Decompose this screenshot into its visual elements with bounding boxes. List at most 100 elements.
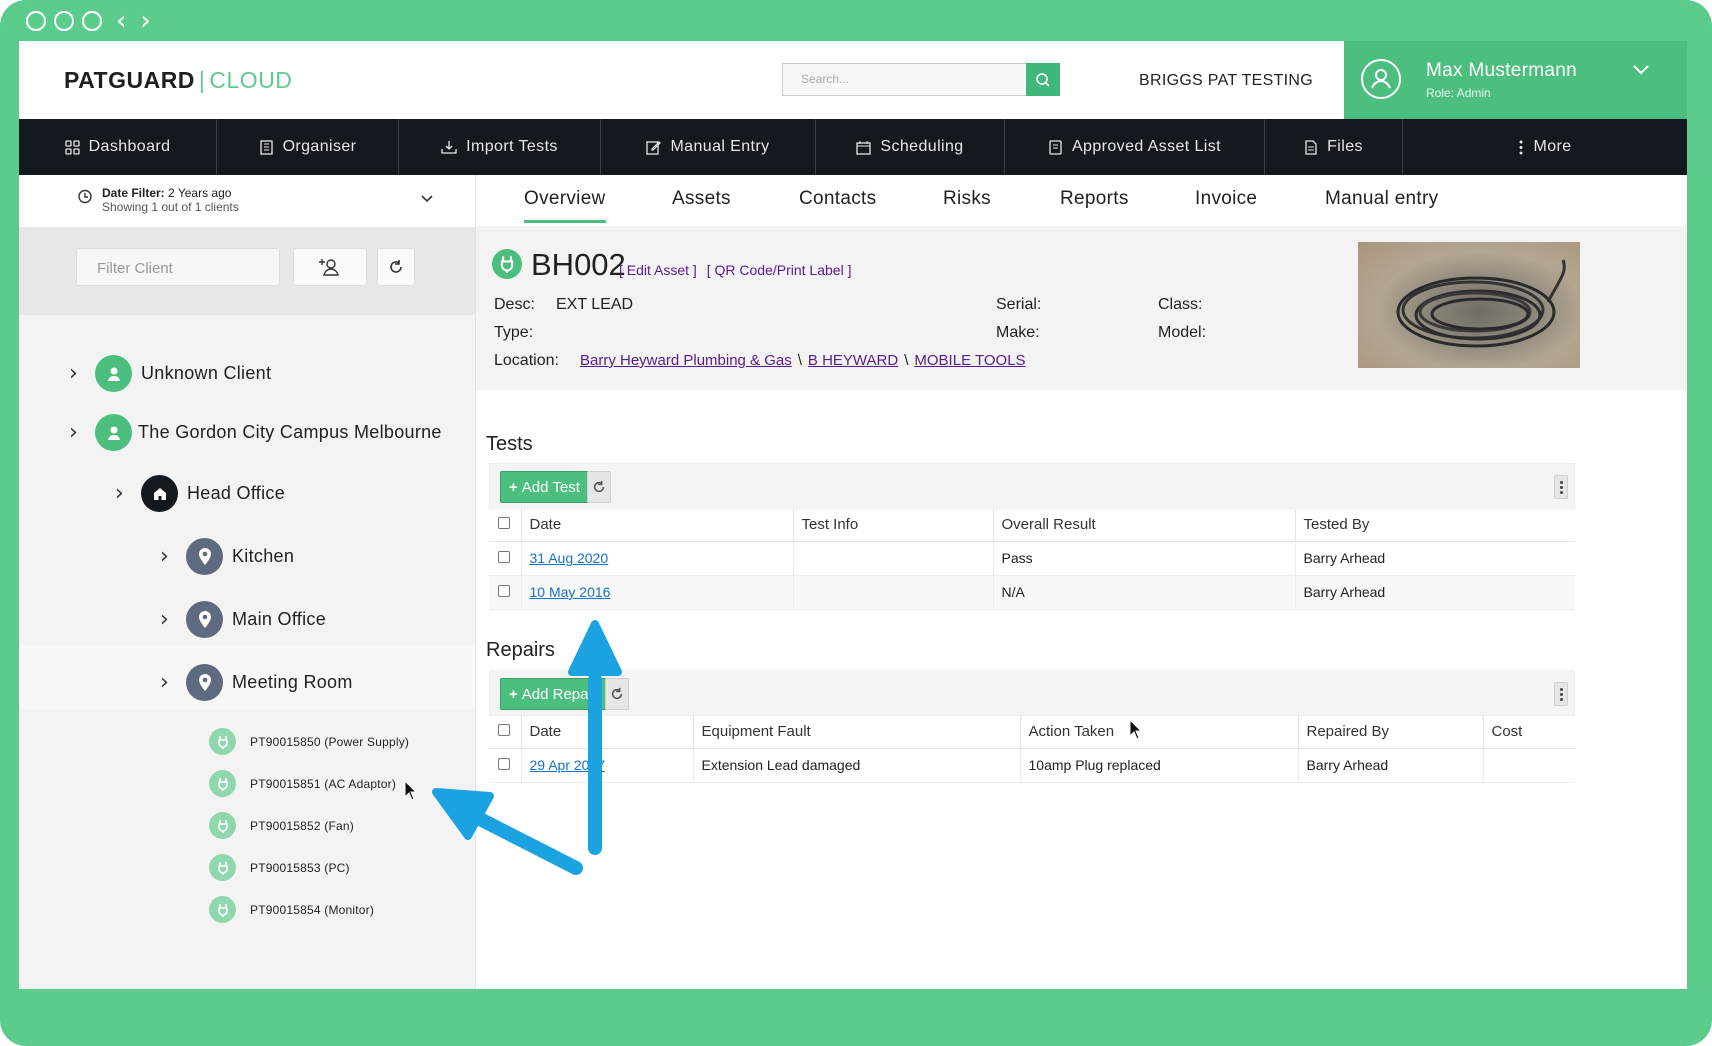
location-link-client[interactable]: Barry Heyward Plumbing & Gas xyxy=(580,352,792,369)
window-control-icon[interactable] xyxy=(82,11,102,31)
nav-files[interactable]: Files xyxy=(1265,119,1403,175)
chevron-right-icon[interactable]: › xyxy=(160,607,186,632)
asset-name: BH002 xyxy=(531,247,626,282)
refresh-icon xyxy=(390,260,402,273)
nav-organiser[interactable]: Organiser xyxy=(217,119,399,175)
add-repair-button[interactable]: + Add Repair xyxy=(500,678,606,710)
window-control-icon[interactable] xyxy=(54,11,74,31)
table-row[interactable]: 31 Aug 2020 Pass Barry Arhead xyxy=(489,541,1575,576)
search-input[interactable]: Search... xyxy=(782,63,1026,96)
filter-client-input[interactable]: Filter Client xyxy=(76,248,280,286)
col-action-taken[interactable]: Action Taken xyxy=(1020,716,1299,749)
select-all-checkbox[interactable] xyxy=(498,724,510,737)
nav-scheduling[interactable]: Scheduling xyxy=(816,119,1005,175)
test-date-link[interactable]: 10 May 2016 xyxy=(530,584,611,600)
refresh-tests-button[interactable] xyxy=(587,471,611,503)
location-link-site[interactable]: B HEYWARD xyxy=(808,352,898,369)
chevron-down-icon[interactable] xyxy=(419,193,435,205)
add-client-button[interactable] xyxy=(293,248,367,286)
nav-import-tests[interactable]: Import Tests xyxy=(399,119,601,175)
col-date[interactable]: Date xyxy=(521,509,794,542)
row-checkbox[interactable] xyxy=(498,585,510,597)
tree-site-head-office[interactable]: › Head Office xyxy=(115,475,285,512)
window-control-icon[interactable] xyxy=(26,11,46,31)
grid-icon xyxy=(64,139,80,155)
nav-dashboard[interactable]: Dashboard xyxy=(19,119,217,175)
asset-actions: [ Edit Asset ] [ QR Code/Print Label ] xyxy=(619,262,857,278)
plus-icon: + xyxy=(509,478,518,496)
chevron-right-icon[interactable]: › xyxy=(69,420,95,445)
date-filter[interactable]: Date Filter: 2 Years ago Showing 1 out o… xyxy=(19,175,475,227)
tree-location-meeting-room[interactable]: › Meeting Room xyxy=(160,664,353,701)
tab-reports[interactable]: Reports xyxy=(1060,188,1129,210)
app-logo[interactable]: PATGUARD | CLOUD xyxy=(64,67,292,94)
row-checkbox[interactable] xyxy=(498,551,510,563)
location-label: Location: xyxy=(494,352,559,369)
select-all-checkbox[interactable] xyxy=(498,517,510,530)
user-menu[interactable]: Max Mustermann Role: Admin xyxy=(1344,41,1687,119)
tested-by: Barry Arhead xyxy=(1295,575,1575,610)
tab-assets[interactable]: Assets xyxy=(672,188,731,210)
tree-client-unknown[interactable]: › Unknown Client xyxy=(69,355,271,392)
test-date-link[interactable]: 31 Aug 2020 xyxy=(530,550,609,566)
list-icon xyxy=(1049,139,1062,155)
repairs-options-button[interactable] xyxy=(1554,682,1568,706)
col-repaired-by[interactable]: Repaired By xyxy=(1298,716,1484,749)
tree-asset[interactable]: PT90015853 (PC) xyxy=(209,854,350,881)
row-checkbox[interactable] xyxy=(498,758,510,770)
tree-asset[interactable]: PT90015854 (Monitor) xyxy=(209,896,374,923)
chevron-down-icon[interactable] xyxy=(1631,63,1651,77)
test-result: N/A xyxy=(993,575,1296,610)
col-equipment-fault[interactable]: Equipment Fault xyxy=(693,716,1021,749)
location-link-location[interactable]: MOBILE TOOLS xyxy=(914,352,1025,369)
col-cost[interactable]: Cost xyxy=(1483,716,1575,749)
refresh-repairs-button[interactable] xyxy=(605,678,629,710)
asset-photo[interactable] xyxy=(1358,242,1580,368)
tree-location-main-office[interactable]: › Main Office xyxy=(160,601,326,638)
tests-table: Date Test Info Overall Result Tested By … xyxy=(489,509,1575,610)
table-row[interactable]: 29 Apr 2017 Extension Lead damaged 10amp… xyxy=(489,748,1575,783)
col-overall-result[interactable]: Overall Result xyxy=(993,509,1296,542)
repairs-title: Repairs xyxy=(486,639,555,661)
qr-code-link[interactable]: [ QR Code/Print Label ] xyxy=(707,262,852,278)
tests-title: Tests xyxy=(486,433,533,455)
chevron-right-icon[interactable]: › xyxy=(160,544,186,569)
chevron-right-icon[interactable]: › xyxy=(69,361,95,386)
tree-client-gordon[interactable]: › The Gordon City Campus Melbourne xyxy=(69,414,442,451)
tab-contacts[interactable]: Contacts xyxy=(799,188,876,210)
main-nav: Dashboard Organiser Import Tests Manual … xyxy=(19,119,1687,175)
col-tested-by[interactable]: Tested By xyxy=(1295,509,1575,542)
tree-asset[interactable]: PT90015852 (Fan) xyxy=(209,812,354,839)
tests-toolbar: + Add Test xyxy=(489,463,1575,509)
tab-invoice[interactable]: Invoice xyxy=(1195,188,1257,210)
tree-location-kitchen[interactable]: › Kitchen xyxy=(160,538,294,575)
refresh-tree-button[interactable] xyxy=(377,248,415,286)
nav-approved-asset-list[interactable]: Approved Asset List xyxy=(1005,119,1265,175)
repair-date-link[interactable]: 29 Apr 2017 xyxy=(530,757,606,773)
import-icon xyxy=(441,140,457,154)
nav-manual-entry[interactable]: Manual Entry xyxy=(601,119,816,175)
col-date[interactable]: Date xyxy=(521,716,694,749)
forward-icon[interactable]: › xyxy=(140,8,150,34)
nav-more[interactable]: More xyxy=(1403,119,1687,175)
location-breadcrumb: Barry Heyward Plumbing & Gas \ B HEYWARD \ M… xyxy=(580,352,1026,369)
plus-icon: + xyxy=(509,685,518,703)
tab-manual-entry[interactable]: Manual entry xyxy=(1325,188,1438,210)
tests-options-button[interactable] xyxy=(1554,475,1568,499)
file-icon xyxy=(1305,139,1317,155)
search-button[interactable] xyxy=(1026,63,1060,96)
tab-overview[interactable]: Overview xyxy=(524,188,606,223)
chevron-right-icon[interactable]: › xyxy=(115,481,141,506)
tree-asset[interactable]: PT90015850 (Power Supply) xyxy=(209,728,409,755)
user-icon xyxy=(95,414,132,451)
col-test-info[interactable]: Test Info xyxy=(793,509,994,542)
chevron-right-icon[interactable]: › xyxy=(160,670,186,695)
tab-bar: Overview Assets Contacts Risks Reports I… xyxy=(476,175,1687,227)
edit-asset-link[interactable]: [ Edit Asset ] xyxy=(619,262,697,278)
tree-asset[interactable]: PT90015851 (AC Adaptor) xyxy=(209,770,396,797)
tab-risks[interactable]: Risks xyxy=(943,188,991,210)
add-test-button[interactable]: + Add Test xyxy=(500,471,589,503)
table-row[interactable]: 10 May 2016 N/A Barry Arhead xyxy=(489,575,1575,610)
plug-icon xyxy=(492,249,522,279)
back-icon[interactable]: ‹ xyxy=(116,8,126,34)
